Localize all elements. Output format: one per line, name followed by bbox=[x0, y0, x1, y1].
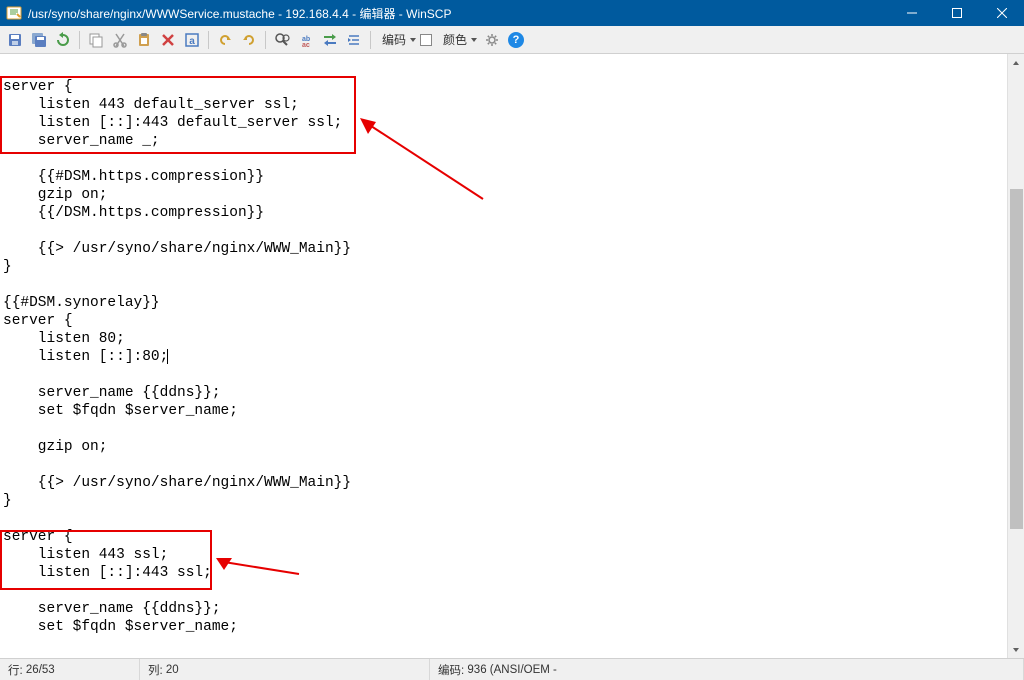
code-line: {{#DSM.https.compression}} bbox=[3, 169, 264, 185]
text-cursor bbox=[167, 349, 168, 364]
scroll-up-icon[interactable] bbox=[1008, 54, 1024, 71]
cut-button[interactable] bbox=[109, 29, 131, 51]
chevron-down-icon bbox=[471, 38, 477, 42]
statusbar: 行: 26/53 列: 20 编码: 936 (ANSI/OEM - bbox=[0, 658, 1024, 680]
code-line: {{> /usr/syno/share/nginx/WWW_Main}} bbox=[3, 241, 351, 257]
outdent-button[interactable] bbox=[343, 29, 365, 51]
color-dropdown[interactable]: 颜色 bbox=[437, 29, 479, 51]
select-all-button[interactable]: a bbox=[181, 29, 203, 51]
code-editor[interactable]: server { listen 443 default_server ssl; … bbox=[0, 54, 1007, 658]
maximize-button[interactable] bbox=[934, 0, 979, 26]
code-line: listen 80; bbox=[3, 331, 125, 347]
code-line: gzip on; bbox=[3, 187, 107, 203]
status-encoding: 编码: 936 (ANSI/OEM - bbox=[430, 659, 1024, 680]
delete-button[interactable] bbox=[157, 29, 179, 51]
code-line: server { bbox=[3, 79, 73, 95]
encoding-label: 编码 bbox=[382, 31, 406, 48]
code-line: server { bbox=[3, 313, 73, 329]
annotation-arrow-2 bbox=[214, 552, 304, 582]
find-button[interactable] bbox=[271, 29, 293, 51]
status-column: 列: 20 bbox=[140, 659, 430, 680]
separator bbox=[208, 31, 209, 49]
settings-button[interactable] bbox=[481, 29, 503, 51]
undo-button[interactable] bbox=[214, 29, 236, 51]
separator bbox=[79, 31, 80, 49]
color-label: 颜色 bbox=[443, 31, 467, 48]
vertical-scrollbar[interactable] bbox=[1007, 54, 1024, 658]
line-label: 行: bbox=[8, 662, 23, 678]
titlebar: /usr/syno/share/nginx/WWWService.mustach… bbox=[0, 0, 1024, 26]
toolbar: a abac 编码 颜色 ? bbox=[0, 26, 1024, 54]
code-line: {{> /usr/syno/share/nginx/WWW_Main}} bbox=[3, 475, 351, 491]
code-line: server_name {{ddns}}; bbox=[3, 601, 221, 617]
svg-text:ac: ac bbox=[302, 42, 310, 48]
code-line: listen [::]:443 default_server ssl; bbox=[3, 115, 342, 131]
copy-button[interactable] bbox=[85, 29, 107, 51]
save-button[interactable] bbox=[4, 29, 26, 51]
window-title: /usr/syno/share/nginx/WWWService.mustach… bbox=[28, 5, 889, 22]
redo-button[interactable] bbox=[238, 29, 260, 51]
window-buttons bbox=[889, 0, 1024, 26]
code-line: server_name {{ddns}}; bbox=[3, 385, 221, 401]
svg-text:a: a bbox=[189, 36, 195, 47]
editor-area: server { listen 443 default_server ssl; … bbox=[0, 54, 1024, 658]
status-line: 行: 26/53 bbox=[0, 659, 140, 680]
code-line: set $fqdn $server_name; bbox=[3, 403, 238, 419]
scroll-down-icon[interactable] bbox=[1008, 641, 1024, 658]
code-line: gzip on; bbox=[3, 439, 107, 455]
line-value: 26/53 bbox=[26, 664, 55, 676]
code-line: listen [::]:443 ssl; bbox=[3, 565, 212, 581]
col-value: 20 bbox=[166, 664, 179, 676]
col-label: 列: bbox=[148, 662, 163, 678]
code-line: set $fqdn $server_name; bbox=[3, 619, 238, 635]
replace-button[interactable]: abac bbox=[295, 29, 317, 51]
code-line: {{/DSM.https.compression}} bbox=[3, 205, 264, 221]
code-line: listen 443 ssl; bbox=[3, 547, 168, 563]
help-icon: ? bbox=[508, 32, 524, 48]
encoding-dropdown[interactable]: 编码 bbox=[376, 29, 418, 51]
app-icon bbox=[6, 5, 22, 21]
code-line: listen 443 default_server ssl; bbox=[3, 97, 299, 113]
color-checkbox[interactable] bbox=[420, 34, 432, 46]
goto-button[interactable] bbox=[319, 29, 341, 51]
minimize-button[interactable] bbox=[889, 0, 934, 26]
code-line: server { bbox=[3, 529, 73, 545]
encoding-value: 936 (ANSI/OEM - bbox=[467, 664, 556, 676]
code-line: } bbox=[3, 259, 12, 275]
encoding-label: 编码: bbox=[438, 662, 464, 678]
close-button[interactable] bbox=[979, 0, 1024, 26]
help-button[interactable]: ? bbox=[505, 29, 527, 51]
annotation-arrow-1 bbox=[358, 114, 488, 204]
reload-button[interactable] bbox=[52, 29, 74, 51]
save-all-button[interactable] bbox=[28, 29, 50, 51]
separator bbox=[370, 31, 371, 49]
scrollbar-thumb[interactable] bbox=[1010, 189, 1023, 529]
code-line: listen [::]:80; bbox=[3, 349, 168, 365]
code-line: server_name _; bbox=[3, 133, 160, 149]
code-line: } bbox=[3, 493, 12, 509]
code-line: {{#DSM.synorelay}} bbox=[3, 295, 160, 311]
chevron-down-icon bbox=[410, 38, 416, 42]
separator bbox=[265, 31, 266, 49]
paste-button[interactable] bbox=[133, 29, 155, 51]
